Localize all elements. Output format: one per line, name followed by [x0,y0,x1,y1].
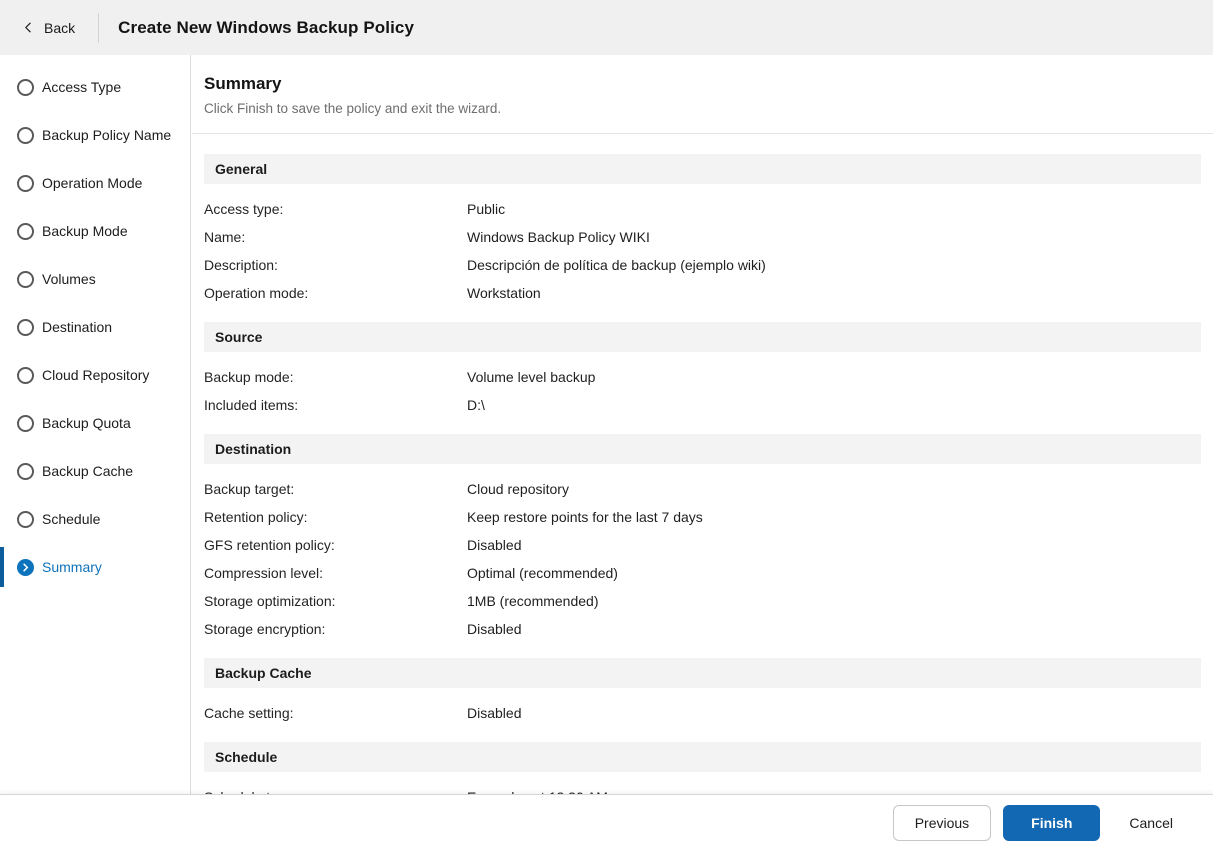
step-subtitle: Click Finish to save the policy and exit… [204,101,502,116]
step-circle-icon [17,174,34,192]
summary-row: Included items: D:\ [204,391,1201,419]
summary-row: GFS retention policy: Disabled [204,531,1201,559]
step-label: Summary [42,559,102,575]
summary-section: General Access type: Public Name: Window… [204,154,1201,322]
sidebar-item-backup-quota[interactable]: Backup Quota [0,399,190,447]
step-label: Volumes [42,271,96,287]
step-circle-icon [17,366,34,384]
summary-panel: Summary Click Finish to save the policy … [192,55,1213,794]
row-label: Compression level: [204,565,324,581]
summary-row: Description: Descripción de política de … [204,251,1201,279]
summary-row: Operation mode: Workstation [204,279,1201,307]
back-label: Back [44,19,76,36]
row-label: Backup mode: [204,369,294,385]
summary-row: Name: Windows Backup Policy WIKI [204,223,1201,251]
row-value: Public [467,201,506,217]
step-circle-icon [17,222,34,240]
summary-section: Schedule Schedule type: Every day at 12:… [204,742,1201,794]
sidebar-item-operation-mode[interactable]: Operation Mode [0,159,190,207]
summary-row: Retention policy: Keep restore points fo… [204,503,1201,531]
chevron-right-icon [17,558,34,576]
step-circle-icon [17,318,34,336]
step-circle-icon [17,270,34,288]
step-label: Backup Cache [42,463,134,479]
step-circle-icon [17,78,34,96]
sidebar-item-backup-policy-name[interactable]: Backup Policy Name [0,111,190,159]
row-value: Keep restore points for the last 7 days [467,509,703,525]
row-value: Disabled [467,537,522,553]
row-value: D:\ [467,397,485,413]
section-header: Destination [204,434,1201,464]
sidebar-item-cloud-repository[interactable]: Cloud Repository [0,351,190,399]
back-button[interactable]: Back [12,12,85,44]
step-label: Access Type [42,79,122,95]
row-value: Disabled [467,705,522,721]
summary-row: Compression level: Optimal (recommended) [204,559,1201,587]
section-header: General [204,154,1201,184]
cancel-button[interactable]: Cancel [1119,805,1183,841]
section-header: Source [204,322,1201,352]
wizard-header: Back Create New Windows Backup Policy [0,0,1213,55]
step-circle-icon [17,510,34,528]
row-label: Operation mode: [204,285,309,301]
section-header: Backup Cache [204,658,1201,688]
step-label: Cloud Repository [42,367,150,383]
row-value: Disabled [467,621,522,637]
row-label: Backup target: [204,481,295,497]
row-label: Description: [204,257,278,273]
step-label: Backup Policy Name [42,127,172,143]
row-value: 1MB (recommended) [467,593,599,609]
sidebar-item-summary[interactable]: Summary [0,543,190,591]
row-label: Storage optimization: [204,593,336,609]
previous-button[interactable]: Previous [892,804,992,841]
sidebar-item-schedule[interactable]: Schedule [0,495,190,543]
page-title: Create New Windows Backup Policy [118,17,415,37]
step-circle-icon [17,462,34,480]
step-label: Schedule [42,511,101,527]
summary-section: Backup Cache Cache setting: Disabled [204,658,1201,742]
sidebar-item-backup-cache[interactable]: Backup Cache [0,447,190,495]
summary-row: Backup mode: Volume level backup [204,363,1201,391]
step-label: Operation Mode [42,175,143,191]
row-value: Workstation [467,285,541,301]
step-circle-icon [17,126,34,144]
summary-row: Storage encryption: Disabled [204,615,1201,643]
sidebar-item-destination[interactable]: Destination [0,303,190,351]
row-value: Windows Backup Policy WIKI [467,229,650,245]
summary-section: Source Backup mode: Volume level backup … [204,322,1201,434]
summary-row: Schedule type: Every day at 12:30 AM [204,783,1201,794]
step-title: Summary [204,74,282,93]
row-label: GFS retention policy: [204,537,335,553]
chevron-left-icon [22,21,35,34]
row-label: Included items: [204,397,299,413]
summary-row: Storage optimization: 1MB (recommended) [204,587,1201,615]
row-value: Volume level backup [467,369,596,385]
summary-row: Backup target: Cloud repository [204,475,1201,503]
header-divider [98,12,100,43]
row-label: Storage encryption: [204,621,326,637]
row-label: Access type: [204,201,284,217]
row-value: Optimal (recommended) [467,565,618,581]
step-label: Destination [42,319,113,335]
step-circle-icon [17,414,34,432]
row-label: Name: [204,229,246,245]
sidebar-item-backup-mode[interactable]: Backup Mode [0,207,190,255]
wizard-steps: Access Type Backup Policy Name Operation… [0,55,191,794]
row-label: Retention policy: [204,509,308,525]
row-value: Cloud repository [467,481,569,497]
summary-row: Access type: Public [204,195,1201,223]
section-header: Schedule [204,742,1201,772]
step-label: Backup Mode [42,223,128,239]
wizard-footer: Previous Finish Cancel [0,794,1213,850]
finish-button[interactable]: Finish [1003,804,1101,841]
sidebar-item-volumes[interactable]: Volumes [0,255,190,303]
row-label: Cache setting: [204,705,294,721]
summary-row: Cache setting: Disabled [204,699,1201,727]
summary-section: Destination Backup target: Cloud reposit… [204,434,1201,658]
row-value: Descripción de política de backup (ejemp… [467,257,766,273]
sidebar-item-access-type[interactable]: Access Type [0,63,190,111]
step-label: Backup Quota [42,415,131,431]
